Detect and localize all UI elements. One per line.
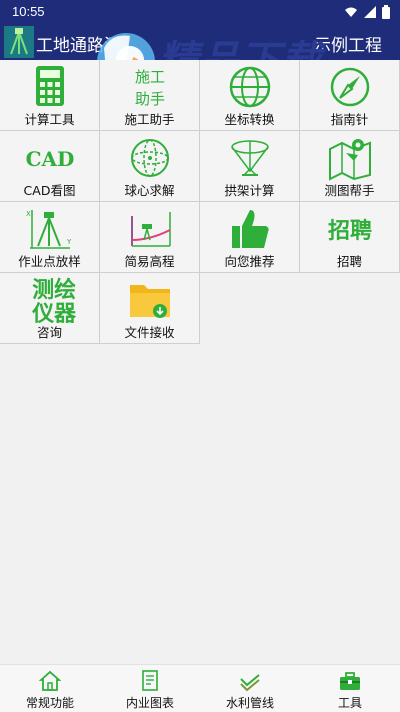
cad-icon: CAD: [25, 147, 74, 171]
tile-label: 坐标转换: [224, 112, 275, 127]
svg-text:X: X: [26, 210, 31, 218]
icon-text: CAD: [25, 147, 74, 171]
tile-mapping-helper[interactable]: 测图帮手: [300, 131, 400, 202]
tile-label: 计算工具: [24, 112, 75, 127]
tile-label: 球心求解: [124, 183, 175, 198]
map-pin-icon: [328, 139, 371, 181]
tile-coordinate-transform[interactable]: 坐标转换: [200, 60, 300, 131]
icon-text: 助手: [134, 90, 164, 108]
tile-recruitment[interactable]: 招聘 招聘: [300, 202, 400, 273]
elevation-icon: [130, 212, 171, 247]
nav-label: 水利管线: [225, 696, 274, 710]
tile-construction-assistant[interactable]: 施工 助手 施工助手: [100, 60, 200, 131]
toolbox-icon: [340, 672, 360, 690]
document-chart-icon: [142, 670, 158, 691]
globe-grid-icon: [229, 66, 270, 108]
construction-assistant-icon: 施工 助手: [134, 68, 164, 108]
tile-label: 作业点放样: [18, 254, 81, 269]
tile-arch-calculation[interactable]: 拱架计算: [200, 131, 300, 202]
tile-label: 拱架计算: [224, 183, 275, 198]
icon-text: 招聘: [327, 219, 371, 244]
folder-download-icon: [129, 285, 170, 318]
tile-file-receive[interactable]: 文件接收: [100, 273, 200, 344]
consult-icon: 测绘 仪器: [31, 277, 77, 323]
icon-text: 测绘: [32, 277, 76, 303]
sphere-icon: [130, 139, 169, 177]
thumbs-up-icon: [231, 210, 269, 248]
nav-label: 工具: [337, 696, 362, 710]
wifi-icon: [345, 7, 357, 17]
project-selector[interactable]: 示例工程: [314, 31, 382, 56]
app-title: 工地通路测: [36, 36, 121, 56]
tripod-stakeout-icon: Y X: [26, 210, 72, 249]
tile-label: 咨询: [36, 325, 62, 340]
pipeline-icon: [240, 674, 260, 692]
tile-label: 简易高程: [124, 254, 175, 269]
tile-label: 测图帮手: [324, 183, 375, 198]
calculator-icon: [35, 66, 64, 106]
tile-consult[interactable]: 测绘 仪器 咨询: [0, 273, 100, 344]
tile-compass[interactable]: 指南针: [300, 60, 400, 131]
tile-recommend[interactable]: 向您推荐: [200, 202, 300, 273]
tile-simple-elevation[interactable]: 简易高程: [100, 202, 200, 273]
battery-icon: [382, 5, 390, 19]
tile-sphere-center[interactable]: 球心求解: [100, 131, 200, 202]
tile-label: 指南针: [330, 112, 369, 127]
tile-label: 向您推荐: [224, 254, 275, 269]
signal-icon: [364, 6, 376, 18]
status-time: 10:55: [12, 4, 45, 19]
recruit-icon: 招聘: [327, 219, 371, 244]
app-logo-icon: [4, 26, 34, 58]
compass-icon: [330, 67, 369, 107]
icon-text: 仪器: [31, 302, 77, 323]
tile-label: CAD看图: [23, 183, 76, 198]
status-bar: 10:55: [0, 0, 400, 24]
tile-label: 招聘: [336, 254, 362, 269]
tile-cad-viewer[interactable]: CAD CAD看图: [0, 131, 100, 202]
nav-office-charts[interactable]: 内业图表: [100, 665, 200, 712]
tile-label: 文件接收: [124, 325, 175, 340]
system-icons: [344, 5, 390, 19]
tile-stakeout[interactable]: Y X 作业点放样: [0, 202, 100, 273]
nav-label: 常规功能: [25, 696, 74, 710]
arch-icon: [230, 140, 269, 176]
nav-water-pipeline[interactable]: 水利管线: [200, 665, 300, 712]
app-bar: 工地通路测 示例工程: [0, 24, 400, 60]
svg-text:Y: Y: [66, 238, 72, 246]
home-icon: [38, 670, 62, 691]
bottom-nav: 常规功能 内业图表 水利管线 工具: [0, 664, 400, 712]
icon-text: 施工: [134, 68, 164, 86]
nav-tools[interactable]: 工具: [300, 665, 400, 712]
nav-general[interactable]: 常规功能: [0, 665, 100, 712]
tile-label: 施工助手: [124, 112, 175, 127]
nav-label: 内业图表: [125, 696, 174, 710]
tile-calculator[interactable]: 计算工具: [0, 60, 100, 131]
